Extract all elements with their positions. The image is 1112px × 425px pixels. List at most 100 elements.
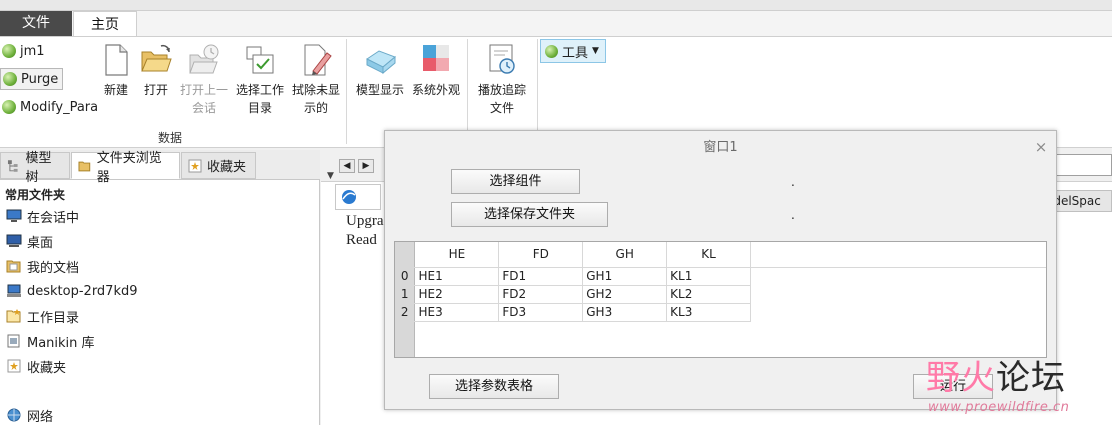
trail-file-icon (485, 43, 519, 77)
desktop-icon (6, 234, 22, 247)
table-cell[interactable]: GH1 (582, 267, 668, 286)
mapkey-label: Modify_Para (20, 99, 99, 115)
nav-desktop[interactable]: 桌面 (6, 231, 53, 251)
nav-in-session-label: 在会话中 (27, 210, 80, 226)
table-cell[interactable]: HE3 (414, 303, 500, 322)
mapkey-modify-para[interactable]: Modify_Para (0, 96, 98, 118)
nav-network[interactable]: 网络 (6, 405, 53, 425)
table-cell[interactable]: HE2 (414, 285, 500, 304)
open-label: 打开 (143, 83, 168, 97)
documents-icon (6, 260, 21, 273)
nav-computer-label: desktop-2rd7kd9 (27, 283, 138, 299)
folder-browser-icon (78, 161, 91, 171)
table-cell[interactable]: KL2 (666, 285, 752, 304)
erase-not-displayed-label: 拭除未显示的 (291, 83, 340, 115)
model-display-label: 模型显示 (355, 83, 404, 97)
table-cell[interactable]: KL1 (666, 267, 752, 286)
open-last-session-button[interactable]: 打开上一会话 (178, 43, 230, 117)
mapkey-jm1[interactable]: jm1 (0, 40, 45, 62)
browser-icon (342, 190, 356, 204)
tab-favorites-label: 收藏夹 (207, 160, 247, 175)
mapkey-purge[interactable]: Purge (0, 68, 64, 90)
table-cell[interactable]: KL3 (666, 303, 752, 322)
select-component-button[interactable]: 选择组件 (451, 169, 580, 194)
save-folder-path-label: . (791, 208, 795, 222)
mapkey-icon (3, 72, 17, 86)
open-button[interactable]: 打开 (130, 43, 182, 99)
select-working-directory-button[interactable]: 选择工作目录 (234, 43, 286, 117)
table-row[interactable]: 0 HE1 FD1 GH1 KL1 (395, 267, 1046, 286)
table-cell[interactable]: HE1 (414, 267, 500, 286)
play-trail-file-button[interactable]: 播放追踪文件 (475, 43, 529, 117)
tools-dropdown[interactable]: 工具 ▼ (540, 39, 606, 63)
browser-tab[interactable] (335, 184, 381, 210)
system-appearance-icon (419, 43, 453, 77)
forward-icon[interactable]: ▶ (358, 159, 374, 173)
home-tab[interactable]: 主页 (73, 11, 137, 38)
chevron-down-icon: ▼ (592, 46, 599, 56)
table-cell[interactable]: FD3 (498, 303, 584, 322)
column-header[interactable]: FD (498, 242, 584, 268)
table-corner (395, 242, 416, 268)
select-save-folder-button[interactable]: 选择保存文件夹 (451, 202, 608, 227)
table-row[interactable]: 2 HE3 FD3 GH3 KL3 (395, 303, 1046, 322)
column-header[interactable]: KL (666, 242, 752, 268)
nav-favorites[interactable]: 收藏夹 (6, 356, 66, 376)
tab-favorites[interactable]: 收藏夹 (181, 152, 256, 179)
watermark-url: www.proewildfire.cn (928, 400, 1070, 415)
system-appearance-button[interactable]: 系统外观 (408, 43, 464, 99)
nav-working-directory[interactable]: 工作目录 (6, 306, 79, 326)
mapkey-label: Purge (21, 71, 59, 87)
row-index: 2 (395, 303, 416, 322)
mapkey-icon (2, 44, 16, 58)
nav-my-documents[interactable]: 我的文档 (6, 256, 79, 276)
select-working-directory-label: 选择工作目录 (235, 83, 284, 115)
component-path-label: . (791, 175, 795, 189)
column-header[interactable]: GH (582, 242, 668, 268)
nav-computer[interactable]: desktop-2rd7kd9 (6, 281, 138, 301)
page-text-line: Upgra (346, 213, 384, 229)
table-row[interactable]: 1 HE2 FD2 GH2 KL2 (395, 285, 1046, 304)
back-icon[interactable]: ◀ (339, 159, 355, 173)
monitor-icon (6, 209, 22, 222)
table-cell[interactable]: FD1 (498, 267, 584, 286)
open-folder-icon (139, 43, 173, 77)
file-tab[interactable]: 文件 (0, 11, 72, 37)
system-appearance-label: 系统外观 (411, 83, 460, 97)
ribbon-separator (537, 39, 538, 144)
parameter-table: HE FD GH KL 0 HE1 FD1 GH1 KL1 1 HE2 FD2 … (394, 241, 1047, 358)
close-icon[interactable]: × (1033, 139, 1049, 155)
tools-icon (545, 44, 558, 58)
table-cell[interactable]: GH3 (582, 303, 668, 322)
nav-manikin-library-label: Manikin 库 (27, 335, 95, 351)
network-icon (7, 408, 21, 422)
select-parameter-table-button[interactable]: 选择参数表格 (429, 374, 559, 399)
nav-in-session[interactable]: 在会话中 (6, 206, 79, 226)
eraser-icon (299, 43, 333, 77)
table-header-row: HE FD GH KL (395, 242, 1046, 268)
working-directory-folder-icon (6, 309, 21, 323)
table-cell[interactable]: FD2 (498, 285, 584, 304)
computer-icon (7, 284, 21, 297)
new-file-icon (99, 43, 133, 77)
watermark-part2: 论坛 (996, 358, 1066, 398)
model-display-button[interactable]: 模型显示 (354, 43, 406, 99)
chevron-down-icon[interactable]: ▼ (327, 171, 334, 181)
library-icon (7, 334, 20, 348)
model-display-icon (363, 43, 397, 77)
tab-folder-browser[interactable]: 文件夹浏览器 (71, 151, 180, 185)
mapkey-icon (2, 100, 16, 114)
watermark-part1: 野火 (926, 358, 996, 398)
new-label: 新建 (103, 83, 128, 97)
tab-model-tree[interactable]: 模型树 (0, 151, 70, 185)
nav-manikin-library[interactable]: Manikin 库 (6, 331, 95, 351)
parameter-grid: HE FD GH KL 0 HE1 FD1 GH1 KL1 1 HE2 FD2 … (395, 242, 1046, 322)
nav-my-documents-label: 我的文档 (27, 260, 80, 276)
page-text-line: Read (346, 232, 377, 248)
table-cell[interactable]: GH2 (582, 285, 668, 304)
erase-not-displayed-button[interactable]: 拭除未显示的 (290, 43, 342, 117)
row-index: 1 (395, 285, 416, 304)
favorites-icon (188, 159, 202, 172)
model-tree-icon (7, 159, 18, 172)
column-header[interactable]: HE (414, 242, 500, 268)
